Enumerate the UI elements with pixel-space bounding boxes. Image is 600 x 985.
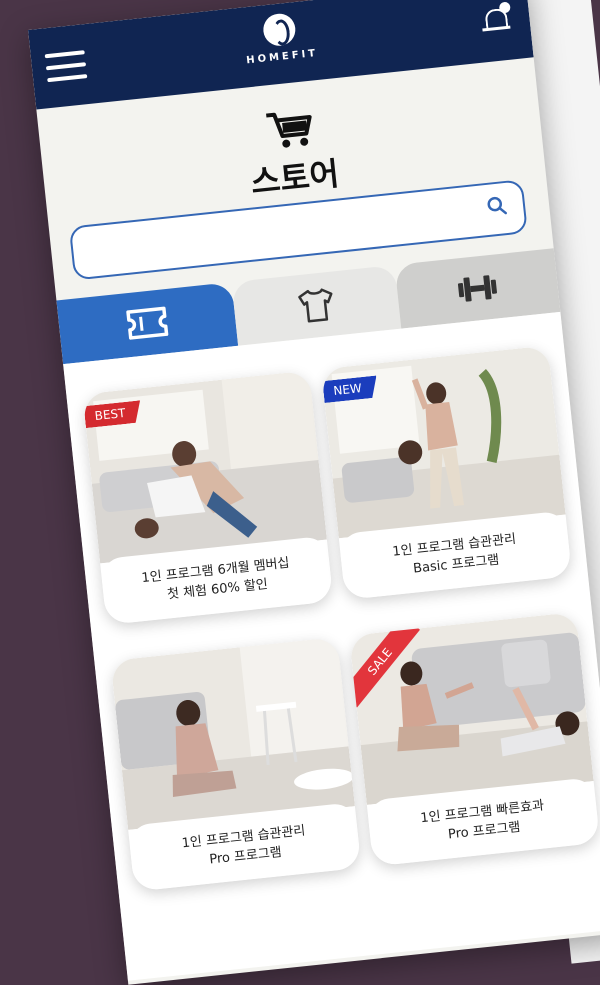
product-card[interactable]: 1인 프로그램 습관관리 Pro 프로그램 [110, 637, 362, 892]
product-photo [82, 370, 327, 564]
product-card[interactable]: SALE 1인 프로그램 빠른효과 Pro 프로그램 [349, 611, 600, 867]
tshirt-icon [298, 288, 333, 323]
hamburger-menu-icon[interactable] [44, 50, 88, 83]
bell-icon[interactable] [480, 1, 513, 38]
search-icon[interactable] [486, 195, 508, 217]
notification-dot [498, 1, 511, 14]
cart-icon [266, 112, 312, 148]
logo-mark [261, 12, 297, 48]
homefit-logo[interactable]: HOMEFIT [228, 9, 334, 79]
product-card[interactable]: NEW 1인 프로그램 습관관리 Basic 프로그램 [321, 345, 573, 600]
product-photo [110, 637, 355, 830]
product-card[interactable]: BEST 1인 프로그램 6개월 멤버십 첫 체험 60% 할인 [82, 370, 334, 626]
product-photo [321, 345, 566, 539]
ticket-icon [126, 306, 169, 340]
product-grid: BEST 1인 프로그램 6개월 멤버십 첫 체험 60% 할인 NEW 1인 … [63, 311, 600, 981]
brand-name: HOMEFIT [245, 47, 319, 67]
app-header: HOMEFIT [28, 0, 534, 110]
phone-screen: HOMEFIT 스토어 BEST 1인 프로그램 6개월 멤버십 첫 체험 60… [28, 0, 600, 985]
dumbbell-icon [457, 275, 498, 302]
